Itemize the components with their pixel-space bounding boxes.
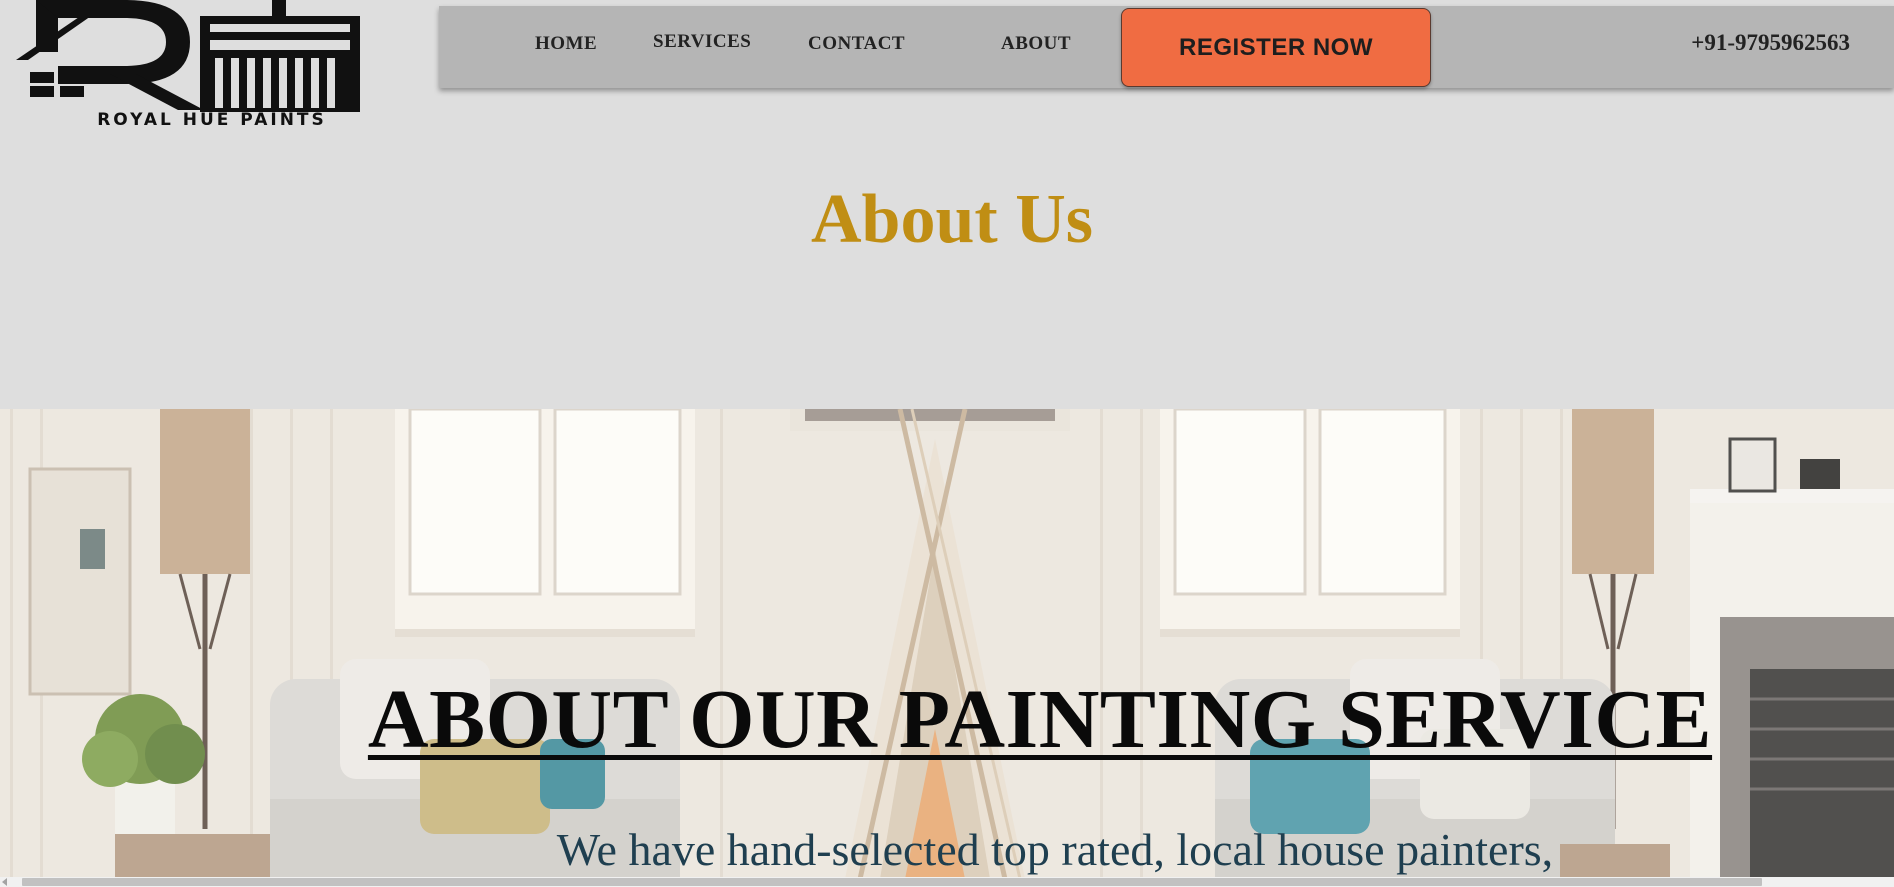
scrollbar-thumb[interactable]	[22, 878, 1762, 886]
nav-item-services[interactable]: SERVICES	[653, 31, 751, 53]
brand-name: ROYAL HUE PAINTS	[97, 110, 327, 130]
hero-room-image	[0, 409, 1894, 879]
scroll-left-arrow-icon[interactable]	[2, 878, 7, 886]
hero-subtitle: We have hand-selected top rated, local h…	[556, 824, 1554, 875]
nav-item-contact[interactable]: CONTACT	[808, 33, 905, 55]
nav-item-about[interactable]: ABOUT	[1001, 33, 1071, 55]
nav-item-home[interactable]: HOME	[535, 33, 597, 55]
hero-section: ABOUT OUR PAINTING SERVICE We have hand-…	[0, 409, 1894, 879]
page-title: About Us	[0, 180, 1894, 260]
page: ROYAL HUE PAINTS HOME SERVICES CONTACT A…	[0, 0, 1894, 887]
hero-title: ABOUT OUR PAINTING SERVICE	[367, 673, 1713, 766]
register-now-button[interactable]: REGISTER NOW	[1121, 8, 1431, 87]
brand-logo[interactable]: ROYAL HUE PAINTS	[14, 0, 384, 134]
page-title-text: About Us	[810, 181, 1094, 258]
horizontal-scrollbar[interactable]	[0, 877, 1894, 887]
phone-number[interactable]: +91-9795962563	[1691, 30, 1850, 56]
top-nav: HOME SERVICES CONTACT ABOUT REGISTER NOW…	[439, 6, 1894, 88]
